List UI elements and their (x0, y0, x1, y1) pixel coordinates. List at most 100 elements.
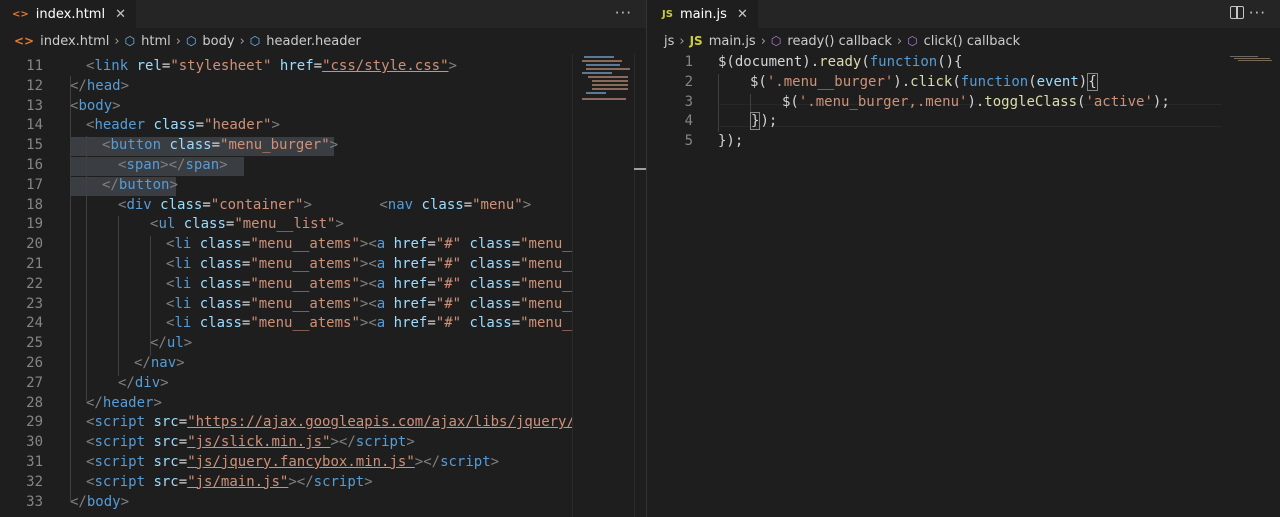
code-line: 5}); (650, 132, 1280, 152)
code-line: 4}); (650, 112, 1280, 132)
breadcrumb-item-file[interactable]: JS main.js › (690, 34, 771, 49)
vertical-scrollbar[interactable] (634, 54, 646, 517)
chevron-right-icon: › (760, 33, 766, 49)
close-tab-icon[interactable]: ✕ (737, 7, 748, 22)
js-file-icon: JS (689, 34, 703, 48)
code-line: 19 <ul class="menu__list"> (0, 215, 646, 235)
line-number: 24 (26, 315, 43, 332)
line-number: 31 (26, 453, 43, 470)
code-line: 12 </head> (0, 77, 646, 97)
split-editor-icon[interactable] (1230, 6, 1244, 19)
tab-index-html[interactable]: <> index.html ✕ (0, 0, 136, 28)
chevron-right-icon: › (896, 33, 903, 49)
line-number: 12 (26, 77, 43, 94)
code-line: 2 $('.menu__burger').click(function(event… (650, 72, 1280, 93)
cube-icon: ⬡ (124, 34, 136, 48)
breadcrumb-label: ready() callback (787, 33, 892, 49)
code-editor-js[interactable]: 1 $(document).ready(function(){ 2 $('.menu… (650, 53, 1280, 152)
line-number: 1 (684, 54, 693, 70)
code-line: 20 <li class="menu__atems"><a href="#" cl… (0, 235, 646, 255)
code-line: 31 <script src="js/jquery.fancybox.min.js… (0, 453, 646, 473)
breadcrumb-label: main.js (708, 33, 756, 49)
breadcrumb-item-file[interactable]: <> index.html › (14, 34, 125, 49)
line-number: 3 (684, 93, 693, 110)
chevron-right-icon: › (175, 33, 181, 49)
breadcrumb-item-header[interactable]: ⬡ header.header (250, 34, 361, 49)
line-number: 23 (26, 295, 43, 312)
line-number: 33 (26, 493, 43, 510)
code-line: 1 $(document).ready(function(){ (650, 53, 1280, 73)
line-number: 30 (26, 434, 43, 451)
breadcrumb-item-html[interactable]: ⬡ html › (125, 34, 186, 49)
code-line: 17 </button> (0, 176, 646, 196)
chevron-right-icon: › (114, 33, 120, 49)
code-line: 23 <li class="menu__atems"><a href="#" cl… (0, 295, 646, 315)
close-tab-icon[interactable]: ✕ (115, 7, 126, 22)
breadcrumb-item-click-callback[interactable]: ⬡ click() callback (907, 34, 1020, 49)
more-actions-icon[interactable]: ··· (1249, 4, 1266, 22)
breadcrumb-item-ready-callback[interactable]: ⬡ ready() callback › (771, 34, 907, 49)
tab-label: main.js (679, 6, 727, 22)
left-tab-bar: <> index.html ✕ ··· (0, 0, 646, 28)
line-number: 15 (26, 137, 43, 154)
code-line: 32 <script src="js/main.js"></script> (0, 473, 646, 493)
line-number: 25 (26, 335, 43, 352)
breadcrumb-label: js (664, 33, 675, 49)
line-number: 29 (26, 414, 43, 431)
right-tab-bar: JS main.js ✕ ··· (650, 0, 1280, 28)
minimap[interactable] (1220, 54, 1280, 74)
line-number: 4 (684, 113, 693, 130)
line-number: 19 (26, 216, 43, 233)
breadcrumb-item-js-folder[interactable]: js › (664, 34, 690, 49)
matched-bracket: } (750, 112, 761, 131)
code-line: 21 <li class="menu__atems"><a href="#" cl… (0, 255, 646, 275)
code-line: 24 <li class="menu__atems"><a href="#" cl… (0, 314, 646, 334)
breadcrumb-item-body[interactable]: ⬡ body › (186, 34, 250, 49)
line-number: 14 (26, 117, 43, 134)
line-number: 20 (26, 236, 43, 253)
code-line: 18 <div class="container"> <nav class="me… (0, 196, 646, 216)
breadcrumb: js › JS main.js › ⬡ ready() callback › ⬡… (650, 28, 1280, 54)
breadcrumb-label: click() callback (923, 33, 1021, 49)
tab-label: index.html (35, 6, 106, 22)
right-editor-group: JS main.js ✕ ··· js › JS main.js › ⬡ rea… (650, 0, 1280, 517)
breadcrumb-label: header.header (266, 33, 361, 49)
line-number: 21 (26, 255, 43, 272)
matched-bracket: { (1087, 72, 1098, 91)
line-number: 16 (26, 156, 43, 173)
tab-main-js[interactable]: JS main.js ✕ (650, 0, 758, 28)
line-number: 11 (26, 58, 43, 74)
more-actions-icon[interactable]: ··· (615, 4, 632, 22)
breadcrumb-label: body (202, 33, 235, 49)
breadcrumb-label: html (141, 33, 171, 49)
line-number: 32 (26, 473, 43, 490)
line-number: 18 (26, 196, 43, 213)
html-file-icon: <> (14, 34, 35, 48)
line-number: 17 (26, 176, 43, 193)
html-file-icon: <> (12, 8, 29, 20)
line-number: 5 (684, 133, 693, 150)
code-editor-html[interactable]: 11 <link rel="stylesheet" href="css/style… (0, 57, 646, 512)
minimap[interactable] (576, 54, 632, 104)
method-cube-icon: ⬡ (907, 34, 918, 48)
scrollbar-position-marker (634, 168, 646, 170)
line-number: 28 (26, 394, 43, 411)
code-line: 13 <body> (0, 97, 646, 117)
cube-icon: ⬡ (185, 34, 197, 48)
code-line: 11 <link rel="stylesheet" href="css/style… (0, 57, 646, 77)
left-editor-group: <> index.html ✕ ··· <> index.html › ⬡ ht… (0, 0, 646, 517)
line-number: 26 (26, 354, 43, 371)
method-cube-icon: ⬡ (770, 34, 782, 48)
code-line: 29 <script src="https://ajax.googleapis.c… (0, 413, 646, 433)
code-line: 15 <button class="menu_burger"> (0, 136, 646, 156)
line-number: 2 (684, 73, 693, 90)
code-line: 30 <script src="js/slick.min.js"></script… (0, 433, 646, 453)
code-line: 27 </div> (0, 374, 646, 394)
cube-icon: ⬡ (249, 34, 261, 48)
code-line: 28 </header> (0, 394, 646, 414)
chevron-right-icon: › (679, 33, 685, 49)
chevron-right-icon: › (239, 33, 245, 49)
line-number: 27 (26, 374, 43, 391)
code-line: 26 </nav> (0, 354, 646, 374)
code-line: 16 <span></span> (0, 156, 646, 176)
